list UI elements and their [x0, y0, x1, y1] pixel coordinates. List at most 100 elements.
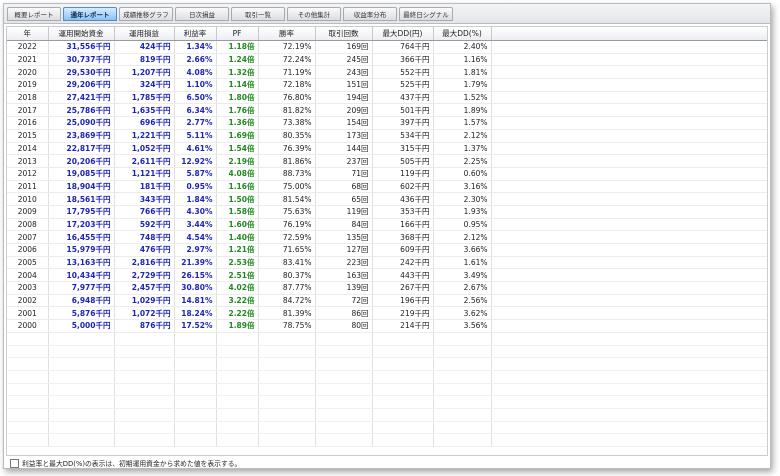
empty-cell	[114, 345, 175, 359]
col-header-max-dd-yen[interactable]: 最大DD(円)	[372, 27, 434, 41]
table-row[interactable]: 2005 13,163千円 2,816千円 21.39% 2.53倍 83.41% 223回…	[7, 256, 767, 270]
empty-cell	[491, 383, 767, 397]
cell-profit-rate: 4.61%	[174, 142, 217, 156]
table-row[interactable]: 2019 29,206千円 324千円 1.10% 1.14倍 72.18% 151回 525…	[7, 78, 767, 92]
table-row[interactable]: 2018 27,421千円 1,785千円 6.50% 1.80倍 76.80% 194回 4…	[7, 91, 767, 105]
tab-last-day-signal[interactable]: 最終日シグナル	[399, 7, 453, 21]
cell-max-dd-yen: 219千円	[372, 306, 434, 321]
empty-cell	[258, 433, 316, 447]
table-row[interactable]: 2017 25,786千円 1,635千円 6.34% 1.76倍 81.82% 209回 5…	[7, 103, 767, 118]
empty-cell	[433, 332, 492, 346]
cell-pnl: 1,029千円	[114, 294, 175, 308]
cell-year: 2011	[7, 180, 49, 194]
table-row[interactable]: 2013 20,206千円 2,611千円 12.92% 2.19倍 81.86% 237回…	[7, 154, 767, 168]
cell-profit-rate: 6.50%	[174, 91, 217, 105]
row-filler	[491, 65, 767, 80]
cell-profit-rate: 14.81%	[174, 294, 217, 308]
empty-cell	[48, 433, 115, 447]
table-row[interactable]: 2022 31,556千円 424千円 1.34% 1.18倍 72.19% 169回 764…	[7, 40, 767, 54]
empty-cell	[7, 357, 49, 371]
table-row[interactable]: 2011 18,904千円 181千円 0.95% 1.16倍 75.00% 68回 602千…	[7, 180, 767, 194]
cell-trade-count: 237回	[315, 154, 373, 168]
tab-return-distribution[interactable]: 収益率分布	[343, 7, 397, 21]
col-header-profit-rate[interactable]: 利益率	[174, 27, 217, 41]
row-filler	[491, 53, 767, 67]
table-row[interactable]: 2000 5,000千円 876千円 17.52% 1.89倍 78.75% 80回 214千…	[7, 319, 767, 333]
empty-cell	[258, 332, 316, 346]
cell-max-dd-pct: 3.62%	[433, 306, 492, 321]
empty-cell	[7, 395, 49, 409]
cell-start-capital: 16,455千円	[48, 230, 115, 244]
tab-trade-list[interactable]: 取引一覧	[231, 7, 285, 21]
cell-max-dd-pct: 2.25%	[433, 154, 492, 168]
cell-win-rate: 87.77%	[258, 281, 316, 295]
col-header-trade-count[interactable]: 取引回数	[315, 27, 373, 41]
table-row[interactable]: 2016 25,090千円 696千円 2.77% 1.36倍 73.38% 154回 397…	[7, 116, 767, 130]
cell-pf: 3.22倍	[216, 294, 259, 308]
cell-profit-rate: 2.66%	[174, 53, 217, 67]
table-row[interactable]: 2020 29,530千円 1,207千円 4.08% 1.32倍 71.19% 243回 5…	[7, 65, 767, 80]
annual-table-grid[interactable]: 年 運用開始資金 運用損益 利益率 PF 勝率 取引回数 最大DD(円) 最大D…	[6, 26, 768, 456]
dd-display-checkbox-label[interactable]: 利益率と最大DD(%)の表示は、初期運用資金から求めた値を表示する。	[22, 458, 241, 468]
empty-cell	[315, 332, 373, 346]
cell-win-rate: 83.41%	[258, 256, 316, 270]
table-row[interactable]: 2008 17,203千円 592千円 3.44% 1.60倍 76.19% 84回 166千…	[7, 218, 767, 232]
empty-cell	[372, 383, 434, 397]
tab-performance-graph[interactable]: 成績推移グラフ	[119, 7, 173, 21]
cell-pf: 1.58倍	[216, 205, 259, 219]
table-row[interactable]: 2012 19,085千円 1,121千円 5.87% 4.08倍 88.73% 71回 11…	[7, 167, 767, 181]
cell-profit-rate: 0.95%	[174, 180, 217, 194]
cell-max-dd-pct: 2.67%	[433, 281, 492, 295]
empty-row	[7, 408, 767, 422]
empty-cell	[114, 370, 175, 384]
table-row[interactable]: 2001 5,876千円 1,072千円 18.24% 2.22倍 81.39% 86回 21…	[7, 306, 767, 321]
empty-cell	[216, 383, 259, 397]
table-row[interactable]: 2002 6,948千円 1,029千円 14.81% 3.22倍 84.72% 72回 19…	[7, 294, 767, 308]
cell-start-capital: 18,561千円	[48, 192, 115, 206]
table-row[interactable]: 2021 30,737千円 819千円 2.66% 1.24倍 72.24% 245回 366…	[7, 53, 767, 67]
tab-summary-report[interactable]: 概要レポート	[7, 7, 61, 21]
empty-cell	[174, 395, 217, 409]
empty-cell	[258, 370, 316, 384]
cell-win-rate: 78.75%	[258, 319, 316, 333]
col-header-win-rate[interactable]: 勝率	[258, 27, 316, 41]
empty-cell	[174, 332, 217, 346]
empty-cell	[174, 370, 217, 384]
tab-other-stats[interactable]: その他集計	[287, 7, 341, 21]
empty-cell	[174, 357, 217, 371]
cell-max-dd-pct: 2.56%	[433, 294, 492, 308]
tab-annual-report[interactable]: 通年レポート	[63, 7, 117, 21]
table-row[interactable]: 2010 18,561千円 343千円 1.84% 1.50倍 81.54% 65回 436千…	[7, 192, 767, 206]
cell-max-dd-pct: 1.89%	[433, 103, 492, 118]
empty-cell	[433, 370, 492, 384]
cell-trade-count: 80回	[315, 319, 373, 333]
cell-profit-rate: 4.30%	[174, 205, 217, 219]
col-header-max-dd-pct[interactable]: 最大DD(%)	[433, 27, 492, 41]
cell-trade-count: 169回	[315, 40, 373, 54]
cell-max-dd-pct: 3.16%	[433, 180, 492, 194]
col-header-start-capital[interactable]: 運用開始資金	[48, 27, 115, 41]
cell-trade-count: 84回	[315, 218, 373, 232]
cell-win-rate: 80.37%	[258, 268, 316, 283]
table-row[interactable]: 2015 23,869千円 1,221千円 5.11% 1.69倍 80.35% 173回 5…	[7, 129, 767, 143]
cell-pnl: 2,457千円	[114, 281, 175, 295]
tab-daily-pnl[interactable]: 日次損益	[175, 7, 229, 21]
cell-pf: 1.50倍	[216, 192, 259, 206]
table-row[interactable]: 2006 15,979千円 476千円 2.97% 1.21倍 71.65% 127回 609…	[7, 243, 767, 257]
table-row[interactable]: 2009 17,795千円 766千円 4.30% 1.58倍 75.63% 119回 353…	[7, 205, 767, 219]
empty-row	[7, 383, 767, 397]
cell-max-dd-pct: 1.52%	[433, 91, 492, 105]
dd-display-checkbox[interactable]	[10, 458, 19, 468]
cell-pnl: 324千円	[114, 78, 175, 92]
col-header-pnl[interactable]: 運用損益	[114, 27, 175, 41]
cell-max-dd-pct: 0.60%	[433, 167, 492, 181]
table-row[interactable]: 2014 22,817千円 1,052千円 4.61% 1.54倍 76.39% 144回 3…	[7, 142, 767, 156]
table-row[interactable]: 2004 10,434千円 2,729千円 26.15% 2.51倍 80.37% 163回…	[7, 268, 767, 283]
table-row[interactable]: 2003 7,977千円 2,457千円 30.80% 4.02倍 87.77% 139回 2…	[7, 281, 767, 295]
table-row[interactable]: 2007 16,455千円 748千円 4.54% 1.40倍 72.59% 135回 368…	[7, 230, 767, 244]
col-header-year[interactable]: 年	[7, 27, 49, 41]
col-header-pf[interactable]: PF	[216, 27, 259, 41]
cell-trade-count: 139回	[315, 281, 373, 295]
row-filler	[491, 294, 767, 308]
cell-start-capital: 20,206千円	[48, 154, 115, 168]
